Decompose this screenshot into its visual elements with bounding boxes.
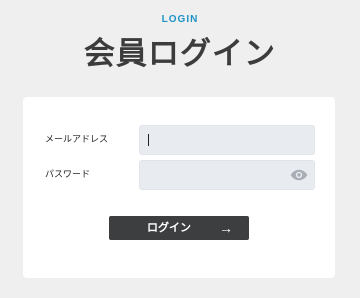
password-row: パスワード <box>23 160 335 190</box>
email-label: メールアドレス <box>45 135 109 145</box>
login-card: メールアドレス パスワード ログイン → <box>23 97 335 278</box>
arrow-right-icon: → <box>219 220 233 236</box>
text-caret <box>148 134 149 146</box>
password-field-wrapper <box>139 160 315 190</box>
password-field[interactable] <box>140 161 314 189</box>
eye-icon[interactable] <box>290 169 308 181</box>
page-eyebrow: LOGIN <box>161 14 199 25</box>
login-button[interactable]: ログイン → <box>109 216 249 240</box>
page-title: 会員ログイン <box>84 36 276 72</box>
email-field[interactable] <box>140 126 314 154</box>
email-field-wrapper <box>139 125 315 155</box>
email-row: メールアドレス <box>23 125 335 155</box>
password-label: パスワード <box>45 170 91 180</box>
login-button-label: ログイン <box>147 222 191 234</box>
